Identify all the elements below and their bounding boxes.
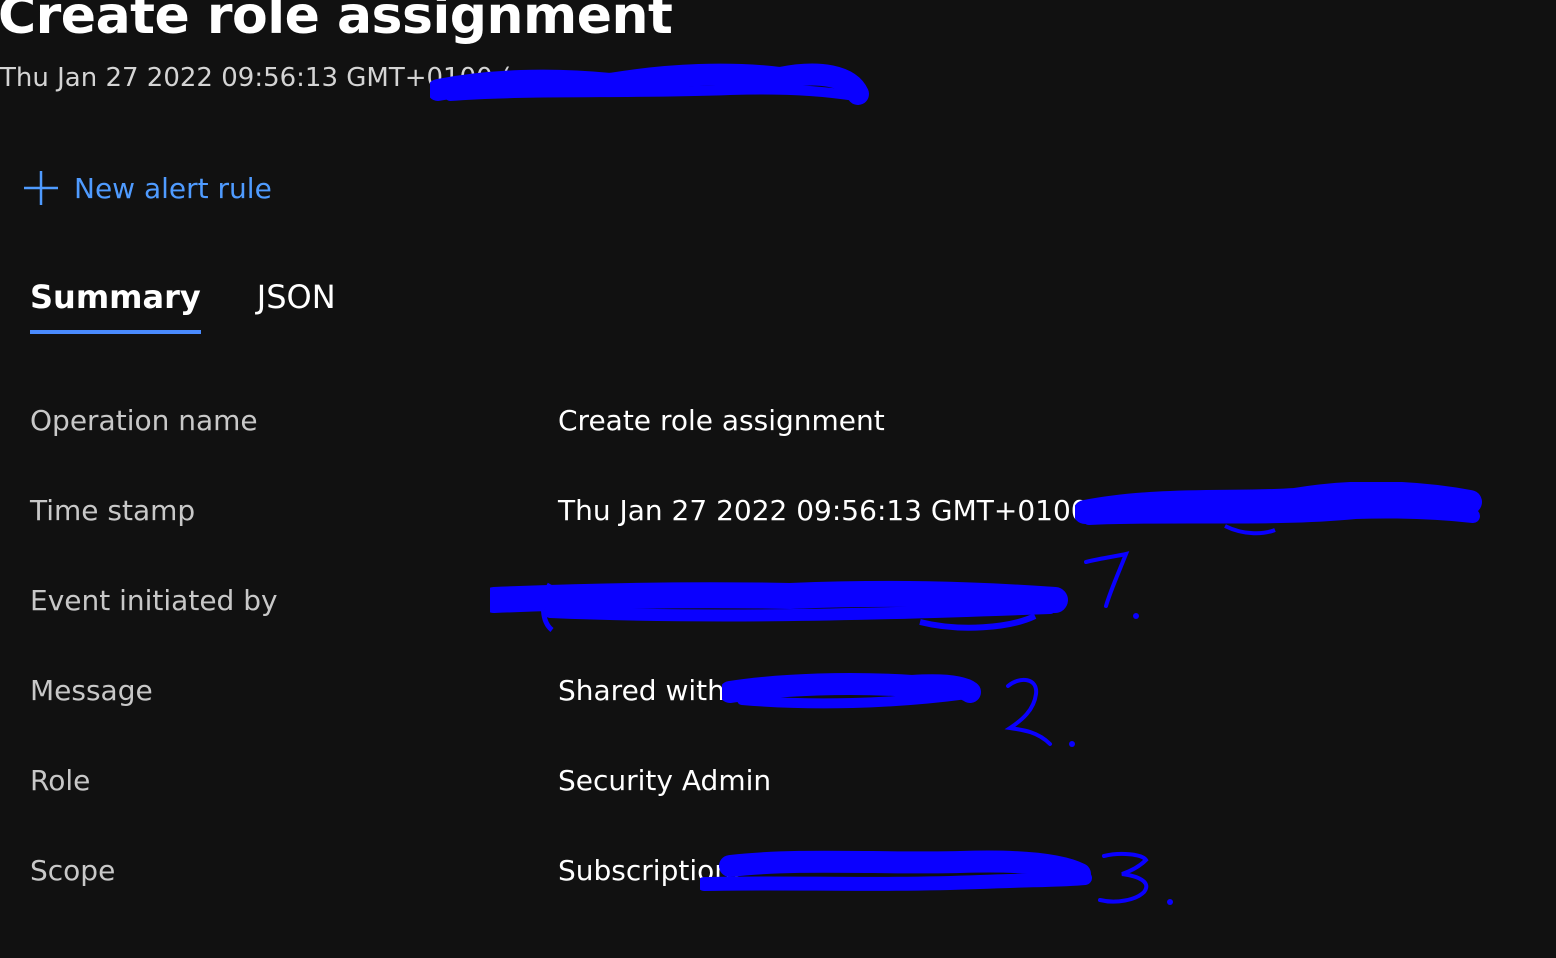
- detail-row-operation-name: Operation name Create role assignment: [30, 400, 1530, 440]
- new-alert-rule-label: New alert rule: [74, 171, 272, 205]
- plus-icon: [24, 171, 58, 205]
- detail-key: Operation name: [30, 403, 258, 437]
- detail-key: Event initiated by: [30, 583, 278, 617]
- page-title: Create role assignment: [0, 0, 673, 46]
- activity-log-detail-page: Create role assignment Thu Jan 27 2022 0…: [0, 0, 1556, 958]
- new-alert-rule-button[interactable]: New alert rule: [22, 168, 272, 208]
- detail-value: Security Admin: [558, 763, 772, 797]
- detail-value: Create role assignment: [558, 403, 885, 437]
- detail-value: Subscription:: [558, 853, 742, 887]
- tab-summary[interactable]: Summary: [30, 278, 201, 334]
- detail-value: Shared with: [558, 673, 725, 707]
- detail-key: Time stamp: [30, 493, 196, 527]
- detail-row-message: Message Shared with: [30, 670, 1530, 710]
- detail-key: Scope: [30, 853, 116, 887]
- detail-row-event-initiated-by: Event initiated by: [30, 580, 1530, 620]
- detail-row-time-stamp: Time stamp Thu Jan 27 2022 09:56:13 GMT+…: [30, 490, 1530, 530]
- tab-bar: Summary JSON: [30, 278, 392, 334]
- tab-json[interactable]: JSON: [257, 278, 336, 334]
- detail-key: Role: [30, 763, 91, 797]
- detail-row-scope: Scope Subscription:: [30, 850, 1530, 890]
- page-subtitle-timestamp: Thu Jan 27 2022 09:56:13 GMT+0100 (: [0, 63, 512, 93]
- detail-value: Thu Jan 27 2022 09:56:13 GMT+0100 (: [558, 493, 1109, 527]
- detail-key: Message: [30, 673, 153, 707]
- detail-row-role: Role Security Admin: [30, 760, 1530, 800]
